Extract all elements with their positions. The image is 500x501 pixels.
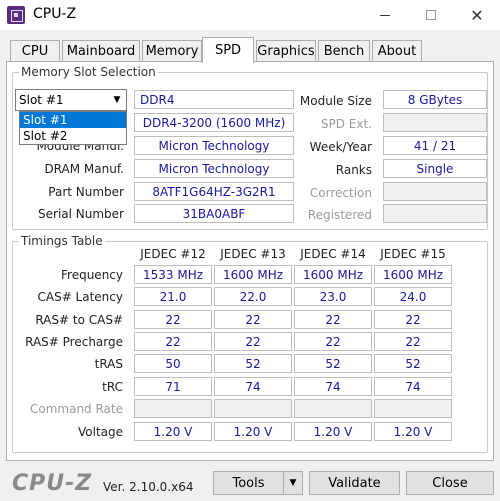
timings-cell: 22 — [134, 310, 212, 329]
window-title: CPU-Z — [33, 6, 77, 22]
title-bar: CPU-Z ✕ — [0, 0, 500, 30]
tab-about[interactable]: About — [372, 40, 422, 62]
cpu-z-logo: CPU-Z — [12, 471, 93, 496]
serial-number-label: Serial Number — [38, 207, 124, 221]
ranks-value: Single — [383, 159, 487, 178]
timings-cell: 22 — [294, 332, 372, 351]
timings-row-label: CAS# Latency — [37, 290, 123, 304]
timings-cell: 71 — [134, 377, 212, 396]
timings-row-label: Command Rate — [29, 402, 123, 416]
tab-mainboard[interactable]: Mainboard — [62, 40, 140, 62]
module-manuf-value: Micron Technology — [134, 136, 294, 155]
timings-row-label: tRC — [102, 380, 123, 394]
tab-bench[interactable]: Bench — [318, 40, 370, 62]
module-size-label: Module Size — [299, 94, 372, 108]
tab-graphics[interactable]: Graphics — [256, 40, 316, 62]
module-size-value: 8 GBytes — [383, 90, 487, 109]
timings-cell: 52 — [374, 354, 452, 373]
dram-manuf-label: DRAM Manuf. — [44, 162, 124, 176]
registered-label: Registered — [307, 208, 372, 222]
slot-select[interactable]: Slot #1 ▼ — [15, 89, 127, 111]
timings-row-label: Voltage — [77, 425, 123, 439]
chevron-down-icon[interactable]: ▼ — [283, 471, 303, 495]
timings-cell — [134, 399, 212, 418]
serial-number-value: 31BA0ABF — [134, 204, 294, 223]
timings-cell: 74 — [294, 377, 372, 396]
timings-group-label: Timings Table — [19, 234, 105, 248]
ranks-label: Ranks — [335, 163, 372, 177]
tools-button[interactable]: Tools — [213, 471, 284, 495]
timings-cell: 1.20 V — [214, 422, 292, 441]
memory-slot-group-label: Memory Slot Selection — [19, 65, 158, 79]
timings-cell: 1533 MHz — [134, 265, 212, 284]
close-window-button[interactable]: ✕ — [454, 0, 500, 30]
timings-cell — [214, 399, 292, 418]
registered-value — [383, 204, 487, 223]
timings-cell: 1.20 V — [134, 422, 212, 441]
timings-cell: 22 — [134, 332, 212, 351]
timings-cell: 22 — [214, 332, 292, 351]
timings-row-label: tRAS — [94, 357, 123, 371]
timings-cell: 1.20 V — [374, 422, 452, 441]
timings-cell: 23.0 — [294, 287, 372, 306]
timings-row-label: RAS# to CAS# — [35, 313, 123, 327]
maximize-icon — [426, 10, 436, 20]
timings-cell: 50 — [134, 354, 212, 373]
close-button[interactable]: Close — [406, 471, 494, 495]
timings-cell — [294, 399, 372, 418]
timings-cell: 22 — [294, 310, 372, 329]
memory-type-value: DDR4 — [134, 90, 294, 109]
slot-select-value: Slot #1 — [19, 93, 64, 107]
close-icon: ✕ — [470, 5, 484, 25]
timings-cell: 22.0 — [214, 287, 292, 306]
timings-cell: 21.0 — [134, 287, 212, 306]
validate-button[interactable]: Validate — [309, 471, 400, 495]
minimize-button[interactable] — [362, 0, 408, 30]
timings-row-label: RAS# Precharge — [25, 335, 123, 349]
timings-cell: 52 — [294, 354, 372, 373]
timings-cell: 22 — [374, 332, 452, 351]
timings-cell: 52 — [214, 354, 292, 373]
slot-option-1[interactable]: Slot #1 — [20, 112, 126, 128]
timings-cell: 24.0 — [374, 287, 452, 306]
minimize-icon — [380, 14, 390, 16]
timings-cell: 74 — [374, 377, 452, 396]
timings-col-header: JEDEC #13 — [220, 247, 286, 261]
timings-cell: 74 — [214, 377, 292, 396]
tab-cpu[interactable]: CPU — [10, 40, 60, 62]
week-year-label: Week/Year — [309, 140, 372, 154]
timings-cell: 22 — [214, 310, 292, 329]
part-number-value: 8ATF1G64HZ-3G2R1 — [134, 182, 294, 201]
timings-cell: 1600 MHz — [294, 265, 372, 284]
correction-label: Correction — [309, 186, 372, 200]
tab-spd[interactable]: SPD — [202, 37, 254, 63]
chevron-down-icon[interactable]: ▼ — [108, 90, 126, 110]
timings-cell — [374, 399, 452, 418]
tab-memory[interactable]: Memory — [142, 40, 202, 62]
maximize-button[interactable] — [408, 0, 454, 30]
slot-dropdown-list: Slot #1 Slot #2 — [19, 111, 127, 145]
correction-value — [383, 182, 487, 201]
timings-cell: 1600 MHz — [214, 265, 292, 284]
timings-cell: 1600 MHz — [374, 265, 452, 284]
dram-manuf-value: Micron Technology — [134, 159, 294, 178]
cpu-z-app-icon — [7, 6, 25, 24]
timings-col-header: JEDEC #14 — [300, 247, 366, 261]
timings-col-header: JEDEC #12 — [140, 247, 206, 261]
max-bandwidth-value: DDR4-3200 (1600 MHz) — [134, 113, 294, 132]
timings-cell: 22 — [374, 310, 452, 329]
spd-ext-value — [383, 113, 487, 132]
timings-cell: 1.20 V — [294, 422, 372, 441]
timings-row-label: Frequency — [61, 268, 123, 282]
week-year-value: 41 / 21 — [383, 136, 487, 155]
timings-col-header: JEDEC #15 — [380, 247, 446, 261]
spd-ext-label: SPD Ext. — [320, 117, 372, 131]
version-label: Ver. 2.10.0.x64 — [103, 480, 194, 494]
part-number-label: Part Number — [48, 185, 124, 199]
slot-option-2[interactable]: Slot #2 — [20, 128, 126, 144]
